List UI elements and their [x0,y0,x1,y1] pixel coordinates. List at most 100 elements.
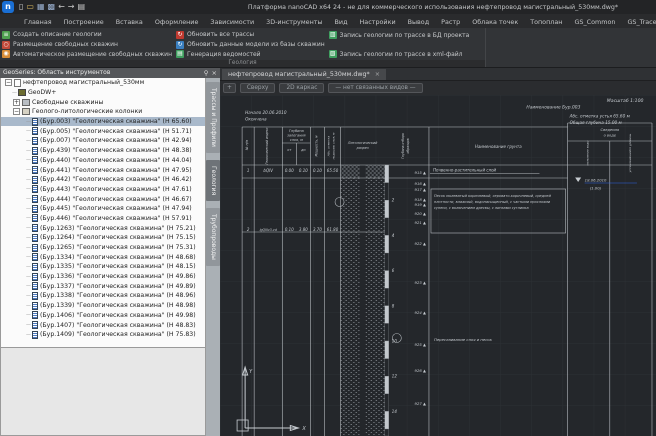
menu-tab-12[interactable]: GS_Common [568,16,621,28]
ribbon-button-label: Автоматическое размещение свободных сква… [13,51,172,58]
save-all-icon[interactable]: ▩ [48,2,56,12]
tree-node-geo-columns[interactable]: − Геолого-литологические колонки [1,107,205,117]
ruler-segment [385,218,389,236]
tree-well-item[interactable]: —(Бур.445) "Геологическая скважина" (Н 4… [1,204,205,214]
ribbon-button-auto-place-free-wells[interactable]: ◉Автоматическое размещение свободных скв… [2,49,172,59]
tree-node-free-wells[interactable]: +Свободные скважины [1,97,205,107]
tree-well-item[interactable]: —(Бур.003) "Геологическая скважина" (Н 6… [1,117,205,127]
tree-well-item[interactable]: —(Бур.007) "Геологическая скважина" (Н 4… [1,136,205,146]
side-tab-2[interactable]: Трубопроводы [206,208,220,266]
side-tab-1[interactable]: Геология [206,160,220,201]
ruler-segment [385,394,389,412]
abs-mark-label: Абс. отметка устья 65.60 м [569,114,630,119]
panel-side-tabs: Трассы и Профили Геология Трубопроводы [206,78,220,436]
tree-well-item[interactable]: —(Бур.1263) "Геологическая скважина" (Н … [1,223,205,233]
view-toolbar: + Сверху 2D каркас — нет связанных видов… [220,81,656,95]
svg-text:2: 2 [247,227,250,232]
ribbon-button-generate-reports[interactable]: ▤Генерация ведомостей [176,49,325,59]
soil-layer-label: Переслаивание слоя и песок [434,337,493,342]
expand-icon[interactable]: + [13,99,20,106]
side-tab-0[interactable]: Трассы и Профили [206,82,220,153]
tree-well-item[interactable]: —(Бур.1407) "Геологическая скважина" (Н … [1,320,205,330]
svg-text:№ п/п: № п/п [245,139,249,151]
linked-views-button[interactable]: — нет связанных видов — [328,83,422,93]
tree-well-item[interactable]: —(Бур.1334) "Геологическая скважина" (Н … [1,252,205,262]
tree-well-item[interactable]: —(Бур.1406) "Геологическая скважина" (Н … [1,311,205,321]
tree-well-item[interactable]: —(Бур.1335) "Геологическая скважина" (Н … [1,262,205,272]
menu-tab-13[interactable]: GS_Trace [621,16,656,28]
panel-empty-area [1,347,205,435]
print-icon[interactable]: ▤ [78,2,86,12]
view-direction-button[interactable]: Сверху [240,83,276,93]
document-close-icon[interactable]: × [375,71,380,78]
tree-well-item[interactable]: —(Бур.1409) "Геологическая скважина" (Н … [1,330,205,340]
sample-circle-marker [335,198,344,207]
tree-well-item[interactable]: —(Бур.005) "Геологическая скважина" (Н 5… [1,126,205,136]
menu-tab-6[interactable]: Вид [329,16,354,28]
tree-well-item[interactable]: —(Бур.1338) "Геологическая скважина" (Н … [1,291,205,301]
tree-well-item[interactable]: —(Бур.440) "Геологическая скважина" (Н 4… [1,156,205,166]
menu-tab-5[interactable]: 3D-инструменты [260,16,328,28]
pin-icon[interactable]: ⚲ [204,68,209,78]
well-label: (Бур.005) "Геологическая скважина" (Н 51… [40,128,192,135]
borehole-icon [32,253,38,261]
svg-text:Глубина отбора: Глубина отбора [401,133,405,159]
document-tab-bar: нефтепровод магистральный_530мм.dwg* × [220,68,656,81]
drawing-canvas[interactable]: Масштаб 1:100 Начало 20.06.2010 Окончена… [220,95,656,436]
borehole-icon [32,331,38,339]
tree-well-item[interactable]: —(Бур.444) "Геологическая скважина" (Н 4… [1,194,205,204]
ribbon-button-write-geology-db[interactable]: ▥Запись геологии по трассе в БД проекта [329,30,470,40]
sample-marker: 925 ▲ [415,342,426,347]
svg-text:3.80: 3.80 [299,227,308,232]
ribbon-button-create-geology-description[interactable]: ≡Создать описание геологии [2,30,172,40]
ribbon-button-write-geology-xml[interactable]: ▧Запись геологии по трассе в xml-файл [329,49,470,59]
tree-well-item[interactable]: —(Бур.1336) "Геологическая скважина" (Н … [1,272,205,282]
project-tree: − нефтепровод магистральный_530мм —GeoDW… [1,78,205,347]
tree-well-item[interactable]: —(Бур.441) "Геологическая скважина" (Н 4… [1,165,205,175]
save-icon[interactable]: ▦ [37,2,45,12]
ribbon-button-refresh-model-data[interactable]: ↻Обновить данные модели из базы скважин [176,40,325,50]
menu-tab-9[interactable]: Растр [435,16,466,28]
tree-well-item[interactable]: —(Бур.1264) "Геологическая скважина" (Н … [1,233,205,243]
undo-icon[interactable]: ← [58,2,65,12]
ruler-segment [385,271,389,289]
tree-node-label: Геолого-литологические колонки [32,108,142,115]
ribbon-button-refresh-all-traces[interactable]: ↻Обновить все трассы [176,30,325,40]
borehole-icon [32,156,38,164]
svg-text:Песок пылеватый коричневый, се: Песок пылеватый коричневый, серовато-кор… [434,194,552,198]
tree-well-item[interactable]: —(Бур.1339) "Геологическая скважина" (Н … [1,301,205,311]
menu-tab-1[interactable]: Построение [58,16,110,28]
expand-button[interactable]: + [223,83,236,93]
expand-icon[interactable]: − [13,108,20,115]
collapse-icon[interactable]: − [5,79,12,86]
visual-style-button[interactable]: 2D каркас [279,83,324,93]
tree-well-item[interactable]: —(Бур.446) "Геологическая скважина" (Н 5… [1,214,205,224]
document-tab[interactable]: нефтепровод магистральный_530мм.dwg* × [222,69,386,80]
menu-tab-7[interactable]: Настройки [354,16,402,28]
well-label: (Бур.1263) "Геологическая скважина" (Н 7… [40,225,196,232]
tree-well-item[interactable]: —(Бур.443) "Геологическая скважина" (Н 4… [1,185,205,195]
tree-well-item[interactable]: —(Бур.442) "Геологическая скважина" (Н 4… [1,175,205,185]
tree-connector: — [26,177,31,183]
tree-connector: — [26,254,31,260]
tree-root[interactable]: − нефтепровод магистральный_530мм [1,78,205,88]
sample-marker: 920 ▲ [415,211,426,216]
tree-node-geodw[interactable]: —GeoDW+ [1,88,205,98]
menu-tab-3[interactable]: Оформление [149,16,205,28]
tree-well-item[interactable]: —(Бур.439) "Геологическая скважина" (Н 4… [1,146,205,156]
tree-well-item[interactable]: —(Бур.1265) "Геологическая скважина" (Н … [1,243,205,253]
menu-tab-0[interactable]: Главная [18,16,58,28]
menu-tab-2[interactable]: Вставка [110,16,149,28]
menu-tab-8[interactable]: Вывод [402,16,436,28]
menu-tab-10[interactable]: Облака точек [466,16,524,28]
menu-tab-11[interactable]: Топоплан [524,16,568,28]
quick-access-toolbar: ▯▭▦▩←→▤ [19,2,85,12]
close-icon[interactable]: × [212,68,217,78]
new-file-icon[interactable]: ▯ [19,2,23,12]
ribbon-group-geology: ≡Создать описание геологии○Размещение св… [0,28,486,67]
open-file-icon[interactable]: ▭ [26,2,34,12]
tree-well-item[interactable]: —(Бур.1337) "Геологическая скважина" (Н … [1,281,205,291]
menu-tab-4[interactable]: Зависимости [204,16,260,28]
redo-icon[interactable]: → [68,2,75,12]
ribbon-button-place-free-wells[interactable]: ○Размещение свободных скважин [2,40,172,50]
